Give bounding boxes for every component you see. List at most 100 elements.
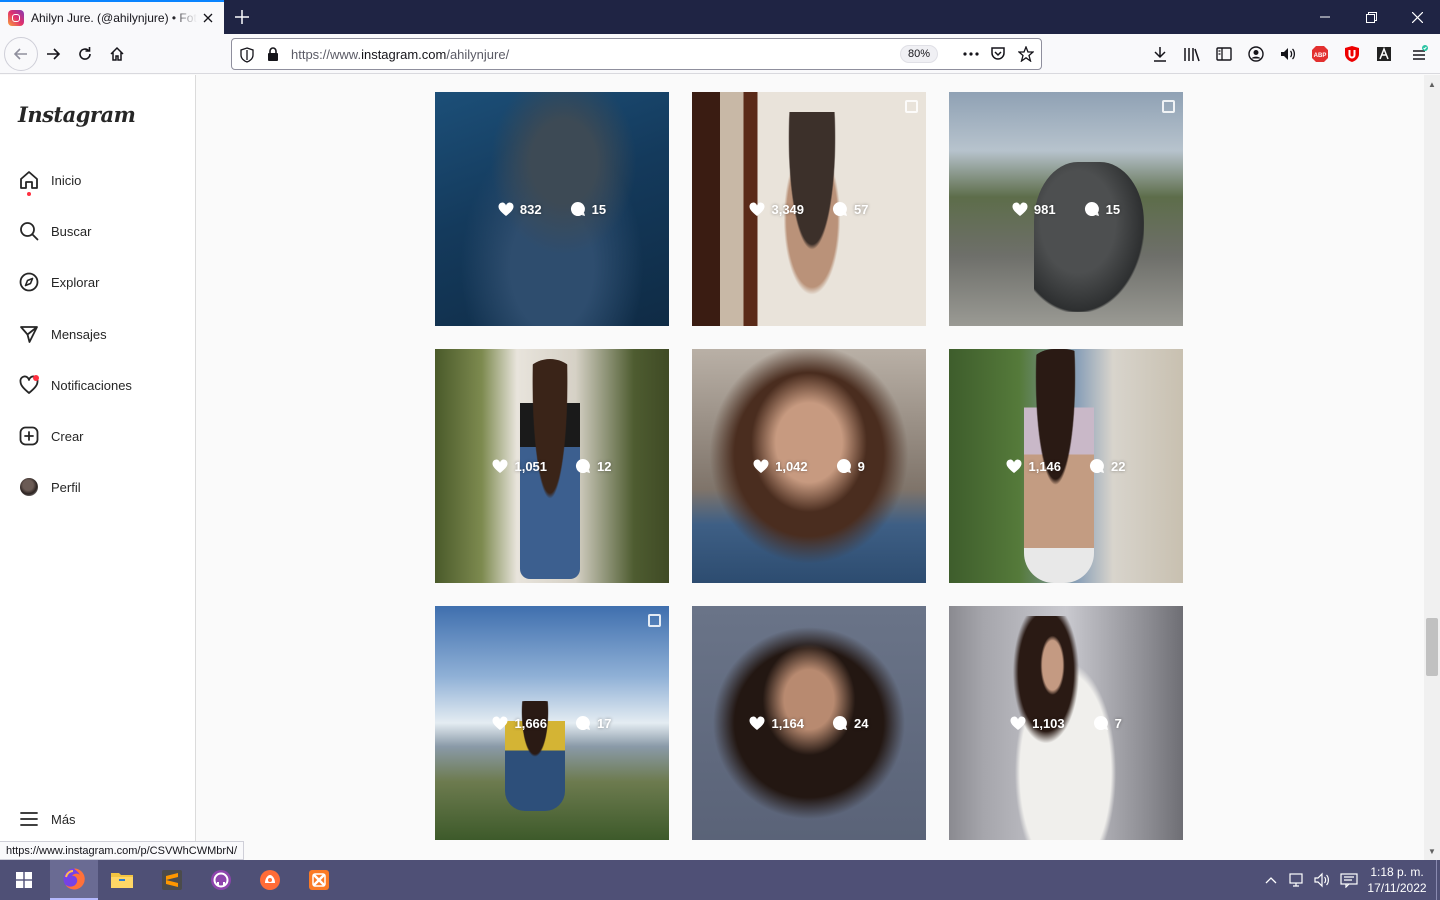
show-desktop-button[interactable]	[1436, 860, 1440, 900]
post-tile[interactable]: 1,164 24	[692, 606, 926, 840]
pocket-icon[interactable]	[990, 46, 1006, 67]
sidebar-item-crear[interactable]: Crear	[18, 424, 84, 448]
system-clock[interactable]: 1:18 p. m. 17/11/2022	[1362, 864, 1432, 896]
sidebar-item-notificaciones[interactable]: Notificaciones	[18, 373, 132, 397]
post-tile[interactable]: 832 15	[435, 92, 669, 326]
page-actions-icon[interactable]	[962, 46, 980, 67]
browser-tab-active[interactable]: Ahilyn Jure. (@ahilynjure) • Fotos y vid…	[0, 0, 224, 34]
comment-count: 12	[597, 458, 612, 474]
ublock-icon[interactable]	[1336, 38, 1368, 70]
downloads-icon[interactable]	[1144, 38, 1176, 70]
comment-bubble-icon	[575, 458, 591, 473]
url-text[interactable]: https://www.instagram.com/ahilynjure/	[291, 47, 509, 62]
post-tile[interactable]: 981 15	[949, 92, 1183, 326]
browser-titlebar: Ahilyn Jure. (@ahilynjure) • Fotos y vid…	[0, 0, 1440, 34]
sidebar-item-perfil[interactable]: Perfil	[18, 475, 81, 499]
like-heart-icon	[1012, 202, 1028, 216]
instagram-logo[interactable]: Instagram	[18, 102, 136, 127]
scroll-up-arrow-icon[interactable]: ▲	[1424, 77, 1440, 91]
file-explorer-icon[interactable]	[98, 860, 146, 900]
like-count: 981	[1033, 201, 1056, 217]
sidebar-item-label: Crear	[51, 428, 84, 444]
compass-icon	[18, 271, 40, 293]
comment-count: 17	[597, 715, 612, 731]
postman-icon[interactable]	[246, 860, 294, 900]
comment-bubble-icon	[1089, 458, 1105, 473]
forward-button[interactable]	[37, 38, 69, 70]
window-close-button[interactable]	[1394, 0, 1440, 34]
like-heart-icon	[1006, 459, 1022, 473]
home-button[interactable]	[101, 38, 133, 70]
scrollbar-thumb[interactable]	[1426, 618, 1438, 676]
like-heart-icon	[492, 459, 508, 473]
lock-icon[interactable]	[267, 46, 279, 67]
hamburger-menu-icon	[18, 808, 40, 830]
url-bar[interactable]: https://www.instagram.com/ahilynjure/ 80…	[231, 38, 1042, 70]
like-heart-icon	[498, 202, 514, 216]
comment-bubble-icon	[570, 201, 585, 216]
comment-bubble-icon	[836, 458, 851, 473]
sidebar-item-buscar[interactable]: Buscar	[18, 219, 91, 243]
tracking-shield-icon[interactable]	[240, 47, 254, 68]
like-heart-icon	[749, 716, 765, 730]
like-heart-icon	[753, 459, 769, 473]
sublime-text-icon[interactable]	[148, 860, 196, 900]
window-restore-button[interactable]	[1348, 0, 1394, 34]
reload-button[interactable]	[69, 38, 101, 70]
comment-count: 24	[854, 715, 869, 731]
scroll-down-arrow-icon[interactable]: ▼	[1424, 844, 1440, 858]
post-tile[interactable]: 1,051 12	[435, 349, 669, 583]
sidebar-item-mensajes[interactable]: Mensajes	[18, 322, 107, 346]
post-tile[interactable]: 1,103 7	[949, 606, 1183, 840]
library-icon[interactable]	[1176, 38, 1208, 70]
sidebar-item-label: Buscar	[51, 223, 92, 239]
zoom-level-badge[interactable]: 80%	[900, 45, 938, 63]
adblock-plus-icon[interactable]: ABP	[1304, 38, 1336, 70]
app-menu-icon[interactable]	[1404, 38, 1436, 70]
windows-start-icon[interactable]	[0, 860, 48, 900]
like-count: 1,051	[514, 458, 548, 474]
volume-icon[interactable]	[1312, 872, 1332, 888]
new-tab-button[interactable]	[228, 3, 256, 31]
like-heart-icon	[749, 202, 765, 216]
comment-count: 9	[857, 458, 865, 474]
post-tile[interactable]: 1,666 17	[435, 606, 669, 840]
search-icon	[18, 220, 40, 242]
tab-close-icon[interactable]	[200, 10, 216, 26]
extension-icon[interactable]	[1368, 38, 1400, 70]
xampp-icon[interactable]	[295, 860, 343, 900]
network-icon[interactable]	[1286, 872, 1306, 888]
ime-language-icon[interactable]	[1338, 872, 1360, 888]
page-scrollbar[interactable]: ▲ ▼	[1424, 75, 1440, 860]
sidebar-toggle-icon[interactable]	[1208, 38, 1240, 70]
profile-posts-grid: 832 15 3,349 57 981 15 1,051 12 1,042 9 …	[197, 75, 1424, 860]
tab-title: Ahilyn Jure. (@ahilynjure) • Fotos y vid…	[31, 11, 197, 25]
sidebar-item-label: Notificaciones	[51, 377, 132, 393]
comment-bubble-icon	[1084, 201, 1099, 216]
account-icon[interactable]	[1240, 38, 1272, 70]
comment-bubble-icon	[1093, 715, 1108, 730]
comment-count: 15	[1105, 201, 1121, 217]
comment-count: 15	[591, 201, 607, 217]
sidebar-item-explorar[interactable]: Explorar	[18, 270, 99, 294]
comment-count: 22	[1111, 458, 1126, 474]
bookmark-star-icon[interactable]	[1017, 45, 1035, 67]
notification-dot	[33, 375, 39, 381]
post-tile[interactable]: 3,349 57	[692, 92, 926, 326]
post-tile[interactable]: 1,146 22	[949, 349, 1183, 583]
sidebar-item-inicio[interactable]: Inicio	[18, 168, 81, 196]
notification-dot	[27, 192, 31, 196]
speaker-icon[interactable]	[1272, 38, 1304, 70]
back-button[interactable]	[4, 37, 38, 71]
window-minimize-button[interactable]	[1302, 0, 1348, 34]
svg-text:ABP: ABP	[1314, 53, 1327, 59]
tray-chevron-up-icon[interactable]	[1262, 876, 1280, 884]
github-desktop-icon[interactable]	[197, 860, 245, 900]
sidebar-item-label: Perfil	[51, 479, 81, 495]
windows-taskbar: 1:18 p. m. 17/11/2022	[0, 860, 1440, 900]
instagram-favicon-icon	[8, 10, 24, 26]
post-tile[interactable]: 1,042 9	[692, 349, 926, 583]
sidebar-item-mas[interactable]: Más	[18, 807, 76, 831]
like-count: 3,349	[771, 201, 805, 217]
firefox-icon[interactable]	[50, 860, 98, 900]
